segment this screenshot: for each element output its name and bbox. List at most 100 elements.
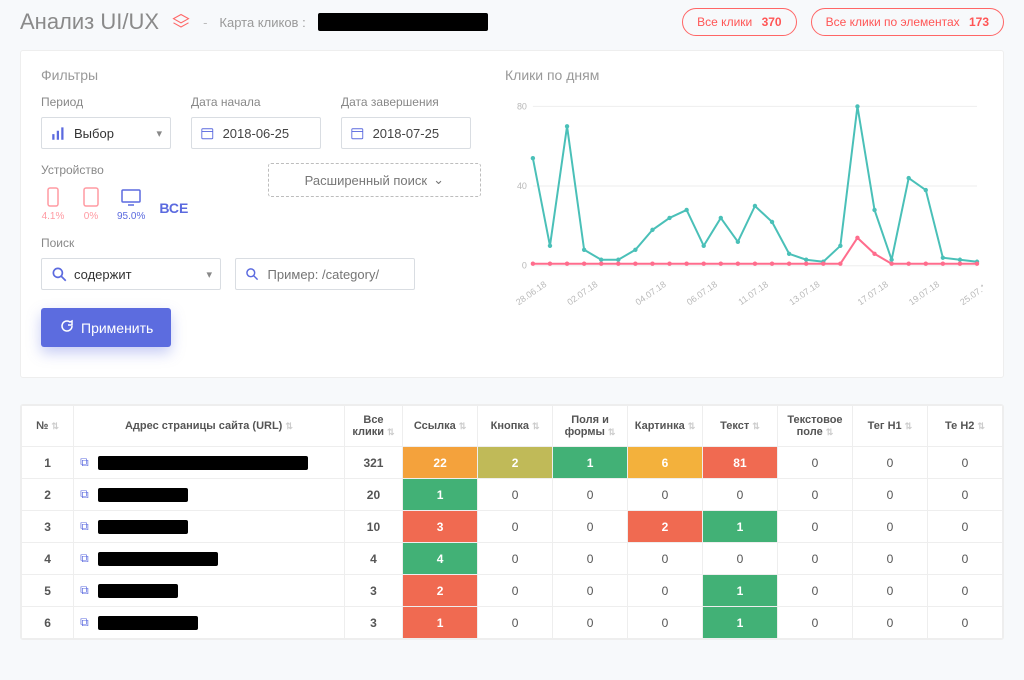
table-cell: 1: [703, 607, 778, 639]
device-desktop[interactable]: 95.0%: [117, 185, 145, 222]
sort-icon: ⇅: [532, 421, 540, 431]
row-num: 4: [22, 543, 74, 575]
search-mode-select[interactable]: содержит: [41, 258, 221, 290]
stat-all-clicks-value: 370: [762, 15, 782, 29]
col-all[interactable]: Все клики⇅: [344, 406, 402, 447]
external-link-icon[interactable]: ⧉: [80, 551, 89, 565]
row-all: 321: [344, 447, 402, 479]
svg-text:25.07.18: 25.07.18: [958, 279, 983, 305]
external-link-icon[interactable]: ⧉: [80, 487, 89, 501]
table-row: 2 ⧉ 20 10000 0 0 0: [22, 479, 1003, 511]
url-redacted: [98, 488, 188, 502]
row-url[interactable]: ⧉: [74, 607, 345, 639]
chart-title: Клики по дням: [505, 67, 983, 83]
advanced-search-toggle[interactable]: Расширенный поиск ⌄: [268, 163, 481, 197]
clicks-line-chart: 0408028.06.1802.07.1804.07.1806.07.1811.…: [505, 95, 983, 305]
search-mode-value: содержит: [74, 267, 132, 282]
date-end-input[interactable]: [341, 117, 471, 149]
table-cell: 0: [777, 511, 852, 543]
date-end-value[interactable]: [371, 125, 462, 142]
row-url[interactable]: ⧉: [74, 575, 345, 607]
external-link-icon[interactable]: ⧉: [80, 583, 89, 597]
svg-text:04.07.18: 04.07.18: [634, 279, 668, 305]
device-tablet[interactable]: 0%: [79, 185, 103, 222]
svg-text:80: 80: [517, 101, 527, 111]
table-cell: 22: [403, 447, 478, 479]
breadcrumb-sep: -: [203, 15, 207, 30]
device-mobile-pct: 4.1%: [42, 211, 65, 222]
search-input-wrapper[interactable]: [235, 258, 415, 290]
refresh-icon: [59, 318, 75, 337]
sort-icon: ⇅: [905, 421, 913, 431]
sort-icon: ⇅: [977, 421, 985, 431]
svg-text:0: 0: [522, 261, 527, 271]
table-cell: 1: [403, 479, 478, 511]
breadcrumb-value-redacted: [318, 13, 488, 31]
stat-all-clicks[interactable]: Все клики 370: [682, 8, 796, 36]
sort-icon: ⇅: [459, 421, 467, 431]
table-cell: 0: [553, 479, 628, 511]
svg-text:13.07.18: 13.07.18: [787, 279, 821, 305]
stat-all-clicks-label: Все клики: [697, 15, 752, 29]
col-link[interactable]: Ссылка⇅: [403, 406, 478, 447]
row-url[interactable]: ⧉: [74, 447, 345, 479]
col-url[interactable]: Адрес страницы сайта (URL)⇅: [74, 406, 345, 447]
table-cell: 0: [927, 607, 1002, 639]
period-select[interactable]: Выбор: [41, 117, 171, 149]
advanced-search-label: Расширенный поиск: [305, 173, 427, 188]
col-h1[interactable]: Тег H1⇅: [852, 406, 927, 447]
url-redacted: [98, 456, 308, 470]
layers-icon: [171, 12, 191, 32]
device-mobile[interactable]: 4.1%: [41, 185, 65, 222]
table-cell: 0: [852, 511, 927, 543]
date-start-value[interactable]: [221, 125, 312, 142]
table-cell: 0: [927, 543, 1002, 575]
date-start-input[interactable]: [191, 117, 321, 149]
date-start-label: Дата начала: [191, 95, 321, 109]
table-row: 3 ⧉ 10 30021 0 0 0: [22, 511, 1003, 543]
col-num[interactable]: №⇅: [22, 406, 74, 447]
breadcrumb-label: Карта кликов :: [219, 15, 305, 30]
table-cell: 0: [852, 607, 927, 639]
external-link-icon[interactable]: ⧉: [80, 519, 89, 533]
search-icon: [244, 266, 260, 282]
table-row: 5 ⧉ 3 20001 0 0 0: [22, 575, 1003, 607]
calendar-icon: [200, 126, 215, 141]
search-input[interactable]: [266, 266, 406, 283]
col-image[interactable]: Картинка⇅: [628, 406, 703, 447]
svg-text:17.07.18: 17.07.18: [856, 279, 890, 305]
url-redacted: [98, 584, 178, 598]
table-cell: 0: [927, 447, 1002, 479]
col-h2[interactable]: Те Н2⇅: [927, 406, 1002, 447]
svg-text:28.06.18: 28.06.18: [514, 279, 548, 305]
table-cell: 2: [478, 447, 553, 479]
url-redacted: [98, 552, 218, 566]
row-num: 1: [22, 447, 74, 479]
external-link-icon[interactable]: ⧉: [80, 455, 89, 469]
row-num: 3: [22, 511, 74, 543]
sort-icon: ⇅: [387, 427, 395, 437]
table-cell: 0: [478, 543, 553, 575]
row-url[interactable]: ⧉: [74, 511, 345, 543]
row-url[interactable]: ⧉: [74, 543, 345, 575]
table-cell: 0: [703, 543, 778, 575]
period-label: Период: [41, 95, 171, 109]
external-link-icon[interactable]: ⧉: [80, 615, 89, 629]
col-tf[interactable]: Текстовое поле⇅: [777, 406, 852, 447]
device-all[interactable]: ВСЕ: [159, 200, 188, 222]
col-form[interactable]: Поля и формы⇅: [553, 406, 628, 447]
search-icon: [50, 265, 68, 283]
table-cell: 0: [478, 607, 553, 639]
table-cell: 0: [703, 479, 778, 511]
stat-element-clicks[interactable]: Все клики по элементах 173: [811, 8, 1004, 36]
sort-icon: ⇅: [285, 421, 293, 431]
col-text[interactable]: Текст⇅: [703, 406, 778, 447]
bar-chart-icon: [50, 124, 68, 142]
row-all: 3: [344, 575, 402, 607]
table-cell: 0: [478, 479, 553, 511]
row-url[interactable]: ⧉: [74, 479, 345, 511]
table-cell: 0: [553, 511, 628, 543]
col-button[interactable]: Кнопка⇅: [478, 406, 553, 447]
apply-button[interactable]: Применить: [41, 308, 171, 347]
page-title: Анализ UI/UX: [20, 9, 159, 35]
